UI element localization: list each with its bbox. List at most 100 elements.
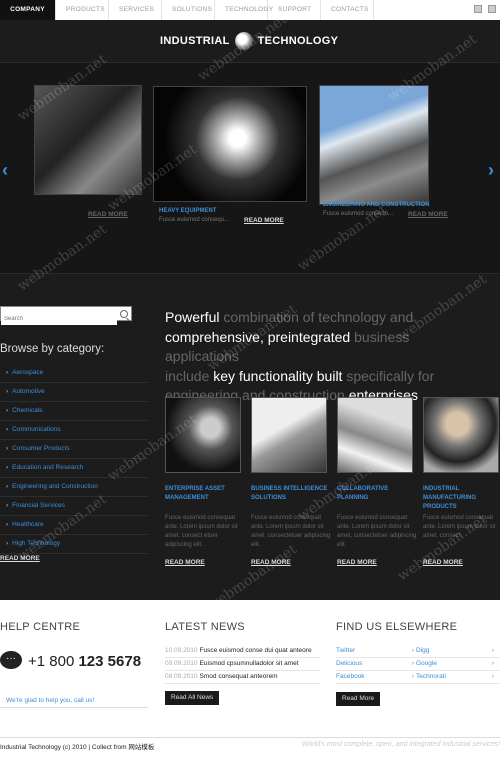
top-navigation-bar: COMPANY PRODUCTS SERVICES SOLUTIONS TECH… — [0, 0, 500, 21]
category-aerospace[interactable]: Aerospace — [0, 364, 148, 383]
link-row: Delicious Google — [336, 658, 500, 671]
product-readmore[interactable]: READ MORE — [337, 559, 377, 566]
slide-3-text: Fusce euismod consequ... — [323, 211, 394, 217]
nav-services[interactable]: SERVICES — [109, 0, 162, 20]
logo-text-right: TECHNOLOGY — [257, 35, 339, 47]
headline-part: comprehensive, preintegrated — [165, 328, 351, 345]
product-card-asset-management: ENTERPRISE ASSET MANAGEMENT Fusce euismo… — [165, 397, 241, 566]
elsewhere-title: FIND US ELSEWHERE — [336, 621, 458, 633]
nav-contacts[interactable]: CONTACTS — [321, 0, 374, 20]
headline-part: key functionality built — [213, 367, 343, 384]
read-more-button[interactable]: Read More — [336, 692, 381, 706]
product-title[interactable]: COLLABORATIVE PLANNING — [337, 485, 417, 503]
news-date: 08.09.2010 — [165, 673, 198, 680]
slider-next-arrow-icon[interactable]: › — [488, 160, 494, 181]
footer-tagline: World's most complete, open, and integra… — [301, 741, 500, 748]
category-chemicals[interactable]: Chemicals — [0, 402, 148, 421]
category-healthcare[interactable]: Healthcare — [0, 516, 148, 535]
product-text: Fusce euismod consequat ante. Lorem ipsu… — [423, 515, 496, 539]
product-readmore[interactable]: READ MORE — [165, 559, 205, 566]
link-row: Twitter Digg — [336, 645, 500, 658]
link-delicious[interactable]: Delicious — [336, 658, 416, 670]
chat-bubble-icon: ··· — [0, 651, 22, 669]
slide-3[interactable] — [319, 85, 429, 205]
top-icons — [474, 5, 496, 13]
news-text: Smod consequat anteorem — [199, 673, 278, 680]
logo-mark-icon — [234, 32, 253, 50]
search-input[interactable] — [1, 313, 117, 325]
news-text: Euismod cpsumnulladolor sit amet — [199, 660, 299, 667]
product-title[interactable]: BUSINESS INTELLIGENCE SOLUTIONS — [251, 485, 331, 503]
browse-title: Browse by category: — [0, 343, 105, 355]
category-financial-services[interactable]: Financial Services — [0, 497, 148, 516]
product-text: Fusce euismod consequat ante. Lorem ipsu… — [251, 515, 331, 548]
home-icon[interactable] — [474, 5, 482, 13]
product-title[interactable]: INDUSTRIAL MANUFACTURING PRODUCTS — [423, 485, 500, 512]
slide-3-title[interactable]: ENGINEERING AND CONSTRUCTION — [323, 202, 429, 208]
news-title: LATEST NEWS — [165, 621, 245, 633]
read-all-news-button[interactable]: Read All News — [165, 691, 220, 705]
help-message: We're glad to help you, call us! — [6, 697, 95, 704]
product-readmore[interactable]: READ MORE — [423, 559, 463, 566]
slider-prev-arrow-icon[interactable]: ‹ — [2, 160, 8, 181]
slide-2-readmore[interactable]: READ MORE — [244, 217, 284, 224]
product-text: Fusce euismod consequat ante. Lorem ipsu… — [165, 515, 238, 548]
social-links: Twitter Digg Delicious Google Facebook T… — [336, 645, 500, 684]
product-readmore[interactable]: READ MORE — [251, 559, 291, 566]
slide-1-readmore[interactable]: READ MORE — [88, 211, 128, 218]
logo-text-left: INDUSTRIAL — [160, 35, 230, 47]
divider — [0, 707, 148, 708]
category-communications[interactable]: Communications — [0, 421, 148, 440]
link-google[interactable]: Google — [416, 658, 496, 670]
phone-number: +1 800 123 5678 — [28, 653, 141, 670]
category-automotive[interactable]: Automotive — [0, 383, 148, 402]
product-title[interactable]: ENTERPRISE ASSET MANAGEMENT — [165, 485, 245, 503]
nav-products[interactable]: PRODUCTS — [56, 0, 109, 20]
categories-readmore[interactable]: READ MORE — [0, 555, 40, 562]
link-facebook[interactable]: Facebook — [336, 671, 416, 683]
footer: Industrial Technology (c) 2010 | Collect… — [0, 737, 500, 758]
slide-2[interactable] — [153, 86, 307, 202]
nav-support[interactable]: SUPPORT — [268, 0, 321, 20]
slide-2-image — [153, 86, 307, 202]
headline: Powerful combination of technology and c… — [165, 308, 485, 406]
news-date: 09.09.2010 — [165, 660, 198, 667]
product-image[interactable] — [337, 397, 413, 473]
headline-part: Powerful — [165, 309, 224, 325]
product-text: Fusce euismod consequat ante. Lorem ipsu… — [337, 515, 417, 548]
phone-main: 123 5678 — [78, 653, 142, 670]
slide-1[interactable] — [34, 85, 142, 195]
slide-3-readmore[interactable]: READ MORE — [408, 211, 448, 218]
search-icon[interactable] — [120, 310, 128, 318]
link-row: Facebook Technorati — [336, 671, 500, 684]
phone-prefix: +1 800 — [28, 653, 79, 670]
news-item[interactable]: 09.09.2010 Euismod cpsumnulladolor sit am… — [165, 658, 320, 671]
link-twitter[interactable]: Twitter — [336, 645, 416, 657]
headline-part: combination of technology and — [223, 309, 414, 325]
product-image[interactable] — [165, 397, 241, 473]
slide-1-image — [34, 85, 142, 195]
product-card-manufacturing: INDUSTRIAL MANUFACTURING PRODUCTS Fusce … — [423, 397, 499, 566]
nav-company[interactable]: COMPANY — [0, 0, 56, 20]
category-engineering-construction[interactable]: Engineering and Construction — [0, 478, 148, 497]
news-item[interactable]: 08.09.2010 Smod consequat anteorem — [165, 671, 320, 684]
nav-technology[interactable]: TECHNOLOGY — [215, 0, 273, 20]
slide-2-text: Fusce euismod consequ... — [159, 217, 230, 223]
slide-3-image — [319, 85, 429, 205]
slide-2-title[interactable]: HEAVY EQUIPMENT — [159, 208, 216, 214]
footer-copyright: Industrial Technology (c) 2010 | Collect… — [0, 744, 155, 751]
help-title: HELP CENTRE — [0, 621, 81, 633]
news-list: 10.09.2010 Fusce euismod conse dui quat a… — [165, 645, 320, 684]
product-image[interactable] — [251, 397, 327, 473]
news-item[interactable]: 10.09.2010 Fusce euismod conse dui quat a… — [165, 645, 320, 658]
link-digg[interactable]: Digg — [416, 645, 496, 657]
nav-solutions[interactable]: SOLUTIONS — [162, 0, 215, 20]
link-technorati[interactable]: Technorati — [416, 671, 496, 683]
mail-icon[interactable] — [488, 5, 496, 13]
category-high-technology[interactable]: High Technology — [0, 535, 148, 554]
category-education-research[interactable]: Education and Research — [0, 459, 148, 478]
site-logo[interactable]: INDUSTRIAL TECHNOLOGY — [160, 32, 340, 50]
product-card-business-intelligence: BUSINESS INTELLIGENCE SOLUTIONS Fusce eu… — [251, 397, 330, 566]
product-image[interactable] — [423, 397, 499, 473]
category-consumer-products[interactable]: Consumer Products — [0, 440, 148, 459]
